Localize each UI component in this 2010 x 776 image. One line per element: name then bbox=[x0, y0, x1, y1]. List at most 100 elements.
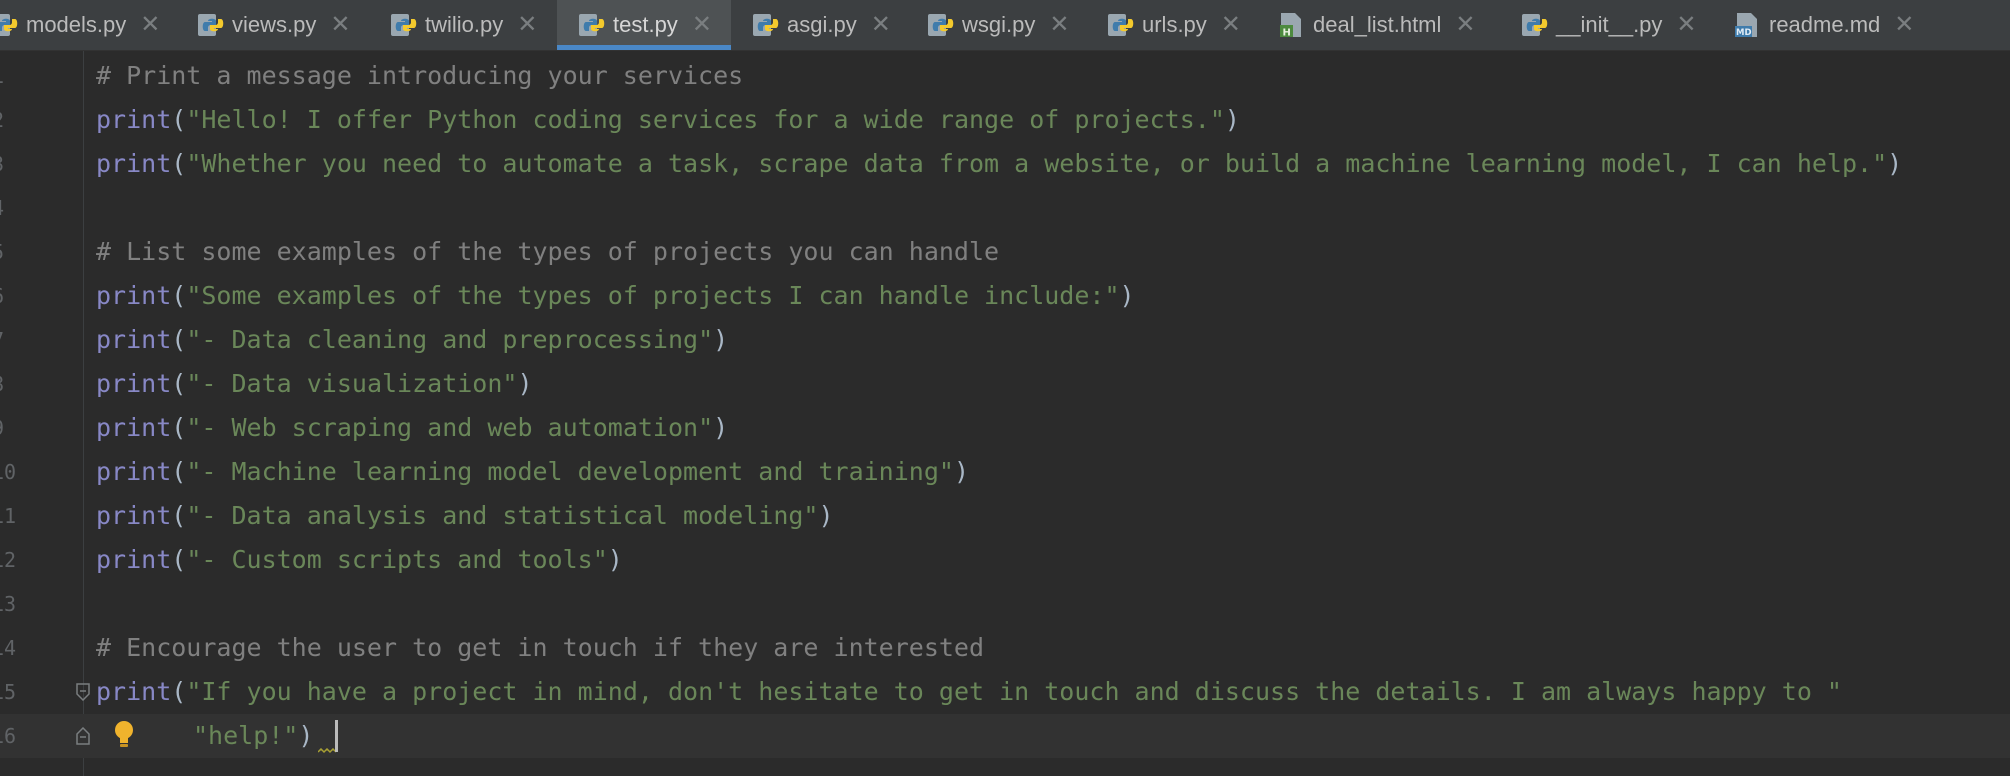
paren: ( bbox=[171, 457, 187, 486]
code-line[interactable]: 15 print("If you have a project in mind,… bbox=[0, 670, 2010, 714]
tab-asgi-py[interactable]: asgi.py ✕ bbox=[751, 0, 921, 50]
lightbulb-icon[interactable] bbox=[112, 719, 136, 751]
paren: ) bbox=[818, 501, 834, 530]
code-text: print("- Machine learning model developm… bbox=[96, 450, 969, 494]
keyword: print bbox=[96, 149, 172, 178]
comment: # List some examples of the types of pro… bbox=[96, 237, 1000, 266]
tab-label: models.py bbox=[26, 12, 127, 37]
line-number: 4 bbox=[0, 186, 12, 230]
code-line[interactable]: 12 print("- Custom scripts and tools") bbox=[0, 538, 2010, 582]
tab-label: deal_list.html bbox=[1313, 12, 1442, 37]
tab-test-py[interactable]: test.py ✕ bbox=[557, 0, 731, 50]
string-literal: "Whether you need to automate a task, sc… bbox=[186, 149, 1888, 178]
code-text: print("- Data cleaning and preprocessing… bbox=[96, 318, 728, 362]
close-icon[interactable]: ✕ bbox=[692, 13, 712, 37]
close-icon[interactable]: ✕ bbox=[140, 13, 160, 37]
line-number: 10 bbox=[0, 460, 17, 484]
line-number: 7 bbox=[0, 318, 12, 362]
code-line[interactable]: 11 print("- Data analysis and statistica… bbox=[0, 494, 2010, 538]
string-literal: "Some examples of the types of projects … bbox=[186, 281, 1120, 310]
paren: ) bbox=[1887, 149, 1903, 178]
keyword: print bbox=[96, 369, 172, 398]
line-number: 12 bbox=[0, 548, 17, 572]
code-line[interactable]: 1 # Print a message introducing your ser… bbox=[0, 54, 2010, 98]
paren: ( bbox=[171, 325, 187, 354]
code-line[interactable]: 13 bbox=[0, 582, 2010, 626]
line-number: 14 bbox=[0, 636, 17, 660]
tab-readme-md[interactable]: MD readme.md ✕ bbox=[1733, 0, 1953, 50]
keyword: print bbox=[96, 457, 172, 486]
close-icon[interactable]: ✕ bbox=[517, 13, 537, 37]
python-file-icon bbox=[1522, 14, 1548, 36]
line-number: 16 bbox=[0, 724, 17, 748]
tab-wsgi-py[interactable]: wsgi.py ✕ bbox=[926, 0, 1096, 50]
paren: ( bbox=[171, 369, 187, 398]
close-icon[interactable]: ✕ bbox=[1676, 13, 1696, 37]
tab-init-py[interactable]: __init__.py ✕ bbox=[1520, 0, 1720, 50]
line-number: 6 bbox=[0, 274, 12, 318]
code-line[interactable]: 4 bbox=[0, 186, 2010, 230]
code-line[interactable]: 3 print("Whether you need to automate a … bbox=[0, 142, 2010, 186]
code-line[interactable]: 2 print("Hello! I offer Python coding se… bbox=[0, 98, 2010, 142]
code-line[interactable]: 7 print("- Data cleaning and preprocessi… bbox=[0, 318, 2010, 362]
tab-deal-list-html[interactable]: H deal_list.html ✕ bbox=[1277, 0, 1507, 50]
code-text: print("Some examples of the types of pro… bbox=[96, 274, 1135, 318]
code-text: print("Hello! I offer Python coding serv… bbox=[96, 98, 1240, 142]
code-line-current[interactable]: 16 "help!") bbox=[0, 714, 2010, 758]
line-number: 15 bbox=[0, 680, 17, 704]
paren: ( bbox=[171, 501, 187, 530]
tab-label: test.py bbox=[613, 12, 678, 37]
close-icon[interactable]: ✕ bbox=[1221, 13, 1241, 37]
paren: ( bbox=[171, 413, 187, 442]
tab-models-py[interactable]: models.py ✕ bbox=[0, 0, 180, 50]
code-editor[interactable]: 1 # Print a message introducing your ser… bbox=[0, 51, 2010, 776]
fold-open-icon[interactable] bbox=[75, 683, 91, 701]
line-number: 3 bbox=[0, 142, 12, 186]
code-text: # Encourage the user to get in touch if … bbox=[96, 626, 984, 670]
line-number: 11 bbox=[0, 504, 17, 528]
svg-text:H: H bbox=[1283, 28, 1291, 39]
tab-label: urls.py bbox=[1142, 12, 1207, 37]
tab-label: asgi.py bbox=[787, 12, 857, 37]
string-literal: "- Custom scripts and tools" bbox=[186, 545, 608, 574]
tab-views-py[interactable]: views.py ✕ bbox=[196, 0, 386, 50]
code-line[interactable]: 5 # List some examples of the types of p… bbox=[0, 230, 2010, 274]
code-text: print("- Custom scripts and tools") bbox=[96, 538, 623, 582]
code-line[interactable]: 10 print("- Machine learning model devel… bbox=[0, 450, 2010, 494]
paren: ( bbox=[171, 281, 187, 310]
line-number: 8 bbox=[0, 362, 12, 406]
code-line[interactable]: 6 print("Some examples of the types of p… bbox=[0, 274, 2010, 318]
python-file-icon bbox=[0, 14, 18, 36]
paren: ( bbox=[171, 105, 187, 134]
tab-urls-py[interactable]: urls.py ✕ bbox=[1106, 0, 1276, 50]
tab-label: wsgi.py bbox=[962, 12, 1036, 37]
code-text: print("If you have a project in mind, do… bbox=[96, 670, 1842, 714]
keyword: print bbox=[96, 105, 172, 134]
keyword: print bbox=[96, 677, 172, 706]
paren: ) bbox=[713, 325, 729, 354]
close-icon[interactable]: ✕ bbox=[1049, 13, 1069, 37]
python-file-icon bbox=[579, 14, 605, 36]
code-line[interactable]: 14 # Encourage the user to get in touch … bbox=[0, 626, 2010, 670]
editor-tab-bar: models.py ✕ views.py ✕ twilio.py ✕ test.… bbox=[0, 0, 2010, 51]
code-text: print("- Data visualization") bbox=[96, 362, 533, 406]
close-icon[interactable]: ✕ bbox=[330, 13, 350, 37]
close-icon[interactable]: ✕ bbox=[871, 13, 891, 37]
fold-close-icon[interactable] bbox=[75, 727, 91, 745]
comment: # Print a message introducing your servi… bbox=[96, 61, 744, 90]
svg-text:MD: MD bbox=[1736, 28, 1752, 38]
python-file-icon bbox=[928, 14, 954, 36]
paren: ) bbox=[298, 721, 314, 750]
close-icon[interactable]: ✕ bbox=[1894, 13, 1914, 37]
code-text: print("- Data analysis and statistical m… bbox=[96, 494, 834, 538]
string-literal: "help!" bbox=[193, 721, 299, 750]
paren: ) bbox=[713, 413, 729, 442]
close-icon[interactable]: ✕ bbox=[1455, 13, 1475, 37]
line-number: 5 bbox=[0, 230, 12, 274]
tab-twilio-py[interactable]: twilio.py ✕ bbox=[389, 0, 559, 50]
code-line[interactable]: 8 print("- Data visualization") bbox=[0, 362, 2010, 406]
paren: ) bbox=[1119, 281, 1135, 310]
keyword: print bbox=[96, 281, 172, 310]
python-file-icon bbox=[391, 14, 417, 36]
code-line[interactable]: 9 print("- Web scraping and web automati… bbox=[0, 406, 2010, 450]
